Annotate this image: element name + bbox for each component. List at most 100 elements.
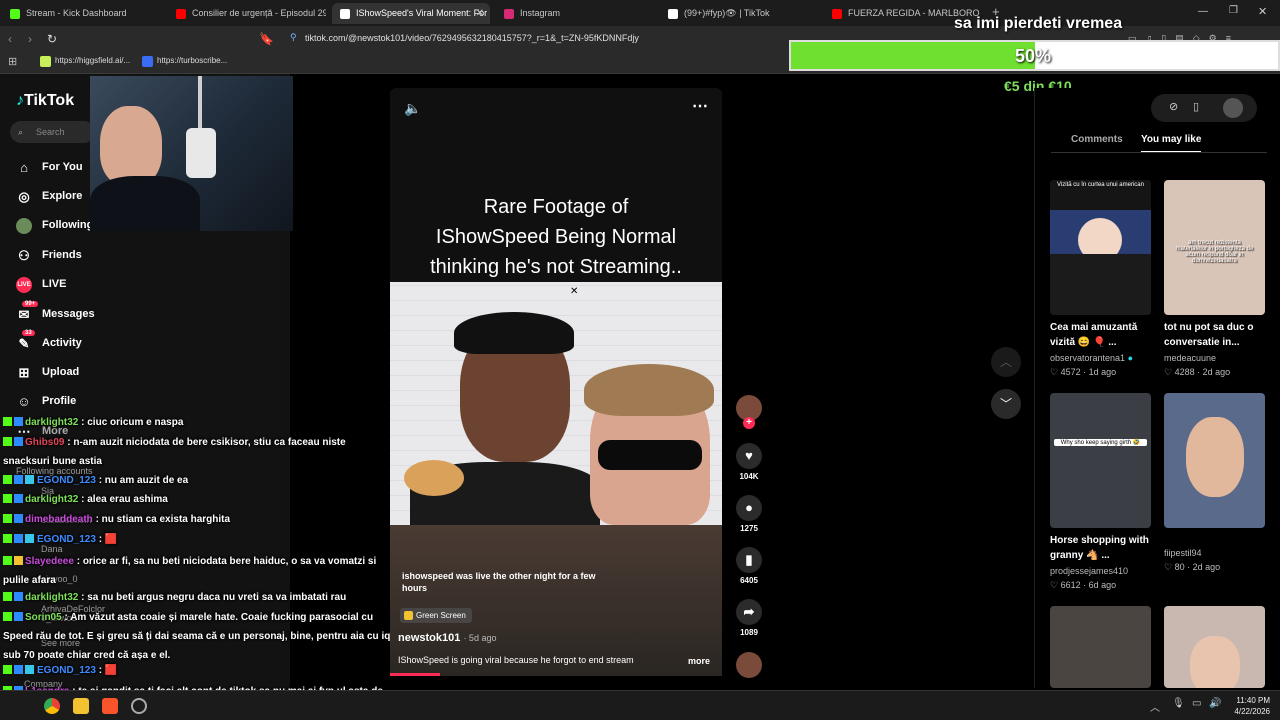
creator-avatar[interactable]: + xyxy=(735,395,763,429)
tab-you-may-like[interactable]: You may like xyxy=(1141,134,1202,153)
bookmark-turboscribe[interactable]: https://turboscribe... xyxy=(142,56,227,67)
avatar[interactable] xyxy=(1223,98,1243,118)
volume-icon[interactable]: 🔈 xyxy=(404,100,421,117)
bookmark-icon[interactable]: 🔖 xyxy=(259,32,274,46)
nav-upload[interactable]: ⊞ Upload xyxy=(16,365,80,380)
recommended-video-card[interactable]: Why sho keep saying girth 🤣 xyxy=(1050,393,1151,528)
nav-activity[interactable]: ✎ 33 Activity xyxy=(16,330,82,351)
reload-icon[interactable]: ↻ xyxy=(47,32,57,46)
nav-following[interactable]: Following xyxy=(16,218,93,234)
tiktok-logo[interactable]: ♪TikTok xyxy=(16,92,74,110)
video-title-overlay: Rare Footage of IShowSpeed Being Normal … xyxy=(392,192,720,282)
more-options-icon[interactable]: ⋯ xyxy=(692,96,708,116)
share-button[interactable]: ➦ 1089 xyxy=(735,599,763,637)
bookmark-higgsfield[interactable]: https://higgsfield.ai/... xyxy=(40,56,130,67)
network-icon[interactable]: ▭ xyxy=(1192,698,1201,709)
tiktok-icon xyxy=(340,9,350,19)
card-title[interactable]: Cea mai amuzantă vizită 😄 🎈 ... xyxy=(1050,320,1155,350)
video-progress[interactable] xyxy=(390,673,440,676)
youtube-icon xyxy=(176,9,186,19)
nav-friends[interactable]: ⚇ Friends xyxy=(16,248,82,263)
like-button[interactable]: ♥ 104K xyxy=(735,443,763,481)
nav-messages[interactable]: ✉ 99+ Messages xyxy=(16,301,95,322)
tray-chevron-icon[interactable]: ︿ xyxy=(1150,699,1160,714)
chat-username[interactable]: darklight32 xyxy=(25,494,78,505)
tab-comments[interactable]: Comments xyxy=(1071,134,1123,145)
more-link[interactable]: more xyxy=(688,656,710,666)
chat-username[interactable]: Ghibs09 xyxy=(25,437,64,448)
device-icon[interactable]: ▯ xyxy=(1193,100,1199,113)
site-info-icon[interactable]: ⚲ xyxy=(290,32,297,43)
next-video-button[interactable]: ﹀ xyxy=(991,389,1021,419)
volume-icon[interactable]: 🔊 xyxy=(1209,698,1221,709)
obs-icon[interactable] xyxy=(131,698,147,714)
recommended-video-card[interactable] xyxy=(1050,606,1151,688)
apps-icon[interactable]: ⊞ xyxy=(8,55,17,68)
nav-label: Profile xyxy=(42,395,77,407)
video-caption-line: hours xyxy=(402,583,428,593)
green-screen-tag[interactable]: Green Screen xyxy=(400,608,472,623)
nav-explore[interactable]: ◎ Explore xyxy=(16,189,82,204)
tab-youtube-consilier[interactable]: Consilier de urgență - Episodul 29 - Y xyxy=(168,3,326,24)
logo-text: TikTok xyxy=(24,92,75,109)
recommended-video-card[interactable]: Vizită cu în curtea unui american xyxy=(1050,180,1151,315)
chat-username[interactable]: darklight32 xyxy=(25,592,78,603)
chat-message: darklight32 : ciuc oricum e naspa xyxy=(3,417,183,428)
bookmark-favicon xyxy=(40,56,51,67)
following-account[interactable]: Dana xyxy=(41,544,63,554)
tag-badge-icon xyxy=(25,665,34,674)
nav-live[interactable]: LIVE LIVE xyxy=(16,277,66,293)
search-input[interactable]: ⌕ Search xyxy=(10,121,95,143)
tab-label: Instagram xyxy=(520,8,561,18)
forward-icon[interactable]: › xyxy=(28,32,32,46)
tab-instagram[interactable]: Instagram xyxy=(496,3,656,24)
back-icon[interactable]: ‹ xyxy=(8,32,12,46)
chat-username[interactable]: EGOND_123 xyxy=(37,534,96,545)
folder-icon[interactable] xyxy=(73,698,89,714)
tab-kick-dashboard[interactable]: Stream - Kick Dashboard xyxy=(2,3,162,24)
nav-for-you[interactable]: ⌂ For You xyxy=(16,160,82,175)
recommended-video-card[interactable]: am trecut rezistenta materialelor in por… xyxy=(1164,180,1265,315)
music-disc[interactable] xyxy=(735,652,763,681)
chat-username[interactable]: darklight32 xyxy=(25,417,78,428)
messages-badge: 99+ xyxy=(22,301,39,307)
tab-tiktok-active[interactable]: IShowSpeed's Viral Moment: For ✕ xyxy=(332,3,490,24)
tab-tiktok-fyp[interactable]: (99+)#fyp)👁 | TikTok xyxy=(660,3,820,24)
heart-icon: ♡ xyxy=(1050,367,1059,377)
maximize-button[interactable]: ❐ xyxy=(1229,5,1238,16)
compass-icon[interactable]: ⊘ xyxy=(1169,100,1178,113)
card-title[interactable]: Horse shopping with granny 🐴 ... xyxy=(1050,533,1155,563)
comment-count: 1275 xyxy=(740,524,758,533)
url-input[interactable]: tiktok.com/@newstok101/video/76294956321… xyxy=(305,33,639,43)
chat-username[interactable]: Sorin05 xyxy=(25,612,62,623)
video-author[interactable]: newstok101 · 5d ago xyxy=(398,632,496,644)
nav-profile[interactable]: ☺ Profile xyxy=(16,394,77,409)
like-count: 4572 xyxy=(1060,367,1081,377)
card-title[interactable]: tot nu pot sa duc o conversatie in... xyxy=(1164,320,1269,350)
chat-username[interactable]: Slayedeee xyxy=(25,556,74,567)
card-author[interactable]: observatorantena1 ● xyxy=(1050,353,1133,363)
heart-icon: ♡ xyxy=(1164,367,1173,377)
chrome-icon[interactable] xyxy=(44,698,60,714)
save-button[interactable]: ▮ 6405 xyxy=(735,547,763,585)
chat-username[interactable]: EGOND_123 xyxy=(37,665,96,676)
close-window-button[interactable]: ✕ xyxy=(1258,5,1267,18)
brave-icon[interactable] xyxy=(102,698,118,714)
chat-username[interactable]: dimebaddeath xyxy=(25,514,93,525)
chat-username[interactable]: EGOND_123 xyxy=(37,475,96,486)
follow-plus-icon[interactable]: + xyxy=(743,417,755,429)
chat-message: EGOND_123 : 🟥 xyxy=(3,534,117,545)
card-author[interactable]: medeacuune xyxy=(1164,353,1216,363)
recommended-video-card[interactable] xyxy=(1164,393,1265,528)
microphone-icon[interactable]: 🎙 xyxy=(1172,698,1185,709)
previous-video-button[interactable]: ︿ xyxy=(991,347,1021,377)
card-author[interactable]: prodjessejames410 xyxy=(1050,566,1128,576)
recommended-video-card[interactable] xyxy=(1164,606,1265,688)
clock[interactable]: 11:40 PM 4/22/2026 xyxy=(1226,695,1270,717)
close-icon[interactable]: ✕ xyxy=(476,3,484,24)
minimize-button[interactable]: — xyxy=(1198,6,1208,17)
compass-icon: ◎ xyxy=(18,189,30,204)
subscriber-badge-icon xyxy=(14,592,23,601)
comment-button[interactable]: ● 1275 xyxy=(735,495,763,533)
card-author[interactable]: fiipestil94 xyxy=(1164,548,1202,558)
